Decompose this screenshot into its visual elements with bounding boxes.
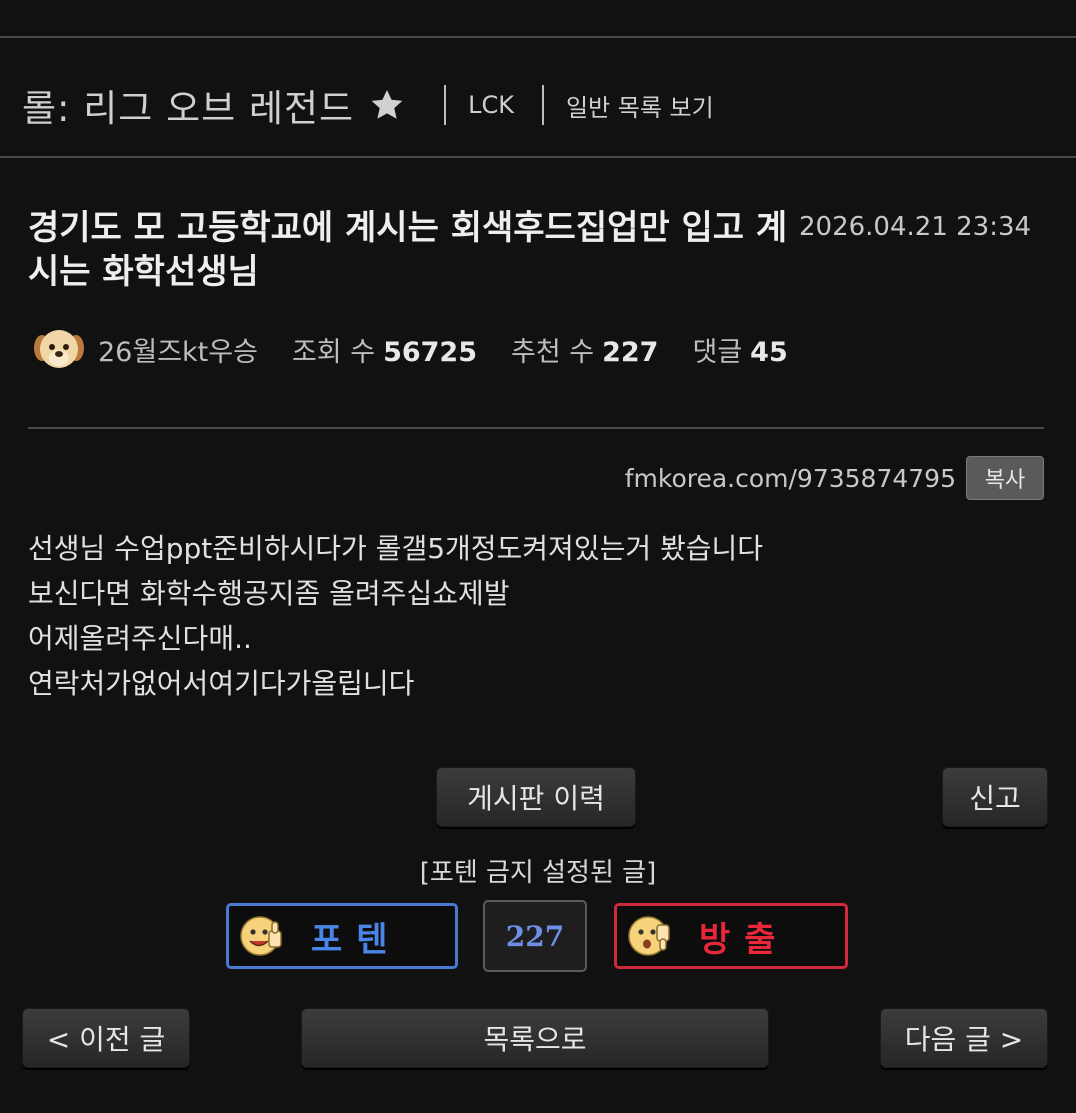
puppy-avatar-icon [34,330,84,368]
potent-ban-notice: [포텐 금지 설정된 글] [419,858,657,888]
board-header: 롤: 리그 오브 레전드 LCK 일반 목록 보기 [22,70,714,140]
post-author[interactable]: 26월즈kt우승 [98,330,258,369]
post-content: 선생님 수업ppt준비하시다가 롤갤5개정도켜져있는거 봤습니다 보신다면 화학… [28,526,763,706]
recommend-count: 추천 수 227 [511,336,659,368]
post-url[interactable]: fmkorea.com/9735874795 [625,464,956,493]
thumbs-down-face-icon [628,916,670,956]
nav-link-lck[interactable]: LCK [468,91,514,119]
downvote-label: 방출 [699,919,790,960]
header-separator [541,85,544,125]
star-icon[interactable] [368,86,406,124]
content-line: 연락처가없어서여기다가올립니다 [28,667,415,700]
board-name[interactable]: 롤: 리그 오브 레전드 [22,78,354,132]
next-post-button[interactable]: 다음 글 > [880,1008,1048,1068]
upvote-label: 포텐 [311,919,402,960]
list-button[interactable]: 목록으로 [301,1008,769,1068]
upvote-button[interactable]: 포텐 [226,903,458,969]
post-meta: 26월즈kt우승 조회 수 56725 추천 수 227 댓글 45 [32,322,788,376]
copy-url-button[interactable]: 복사 [966,456,1044,500]
header-divider [0,156,1076,158]
meta-divider [28,427,1044,429]
report-button[interactable]: 신고 [942,767,1048,827]
content-line: 보신다면 화학수행공지좀 올려주십쇼제발 [28,577,510,610]
top-divider [0,36,1076,38]
post-title: 경기도 모 고등학교에 계시는 회색후드집업만 입고 계시는 화학선생님 [28,208,788,292]
board-history-button[interactable]: 게시판 이력 [436,767,636,827]
content-line: 선생님 수업ppt준비하시다가 롤갤5개정도켜져있는거 봤습니다 [28,532,764,565]
vote-count: 227 [483,900,587,972]
post-url-row: fmkorea.com/9735874795 복사 [625,456,1044,500]
prev-post-button[interactable]: < 이전 글 [22,1008,190,1068]
nav-link-general-list[interactable]: 일반 목록 보기 [566,88,714,123]
thumbs-up-face-icon [240,916,282,956]
post-date: 2026.04.21 23:34 [799,212,1032,242]
header-separator [444,85,447,125]
comment-count[interactable]: 댓글 45 [692,330,787,369]
downvote-button[interactable]: 방출 [614,903,848,969]
view-count: 조회 수 56725 [291,336,477,368]
content-line: 어제올려주신다매.. [28,622,252,655]
